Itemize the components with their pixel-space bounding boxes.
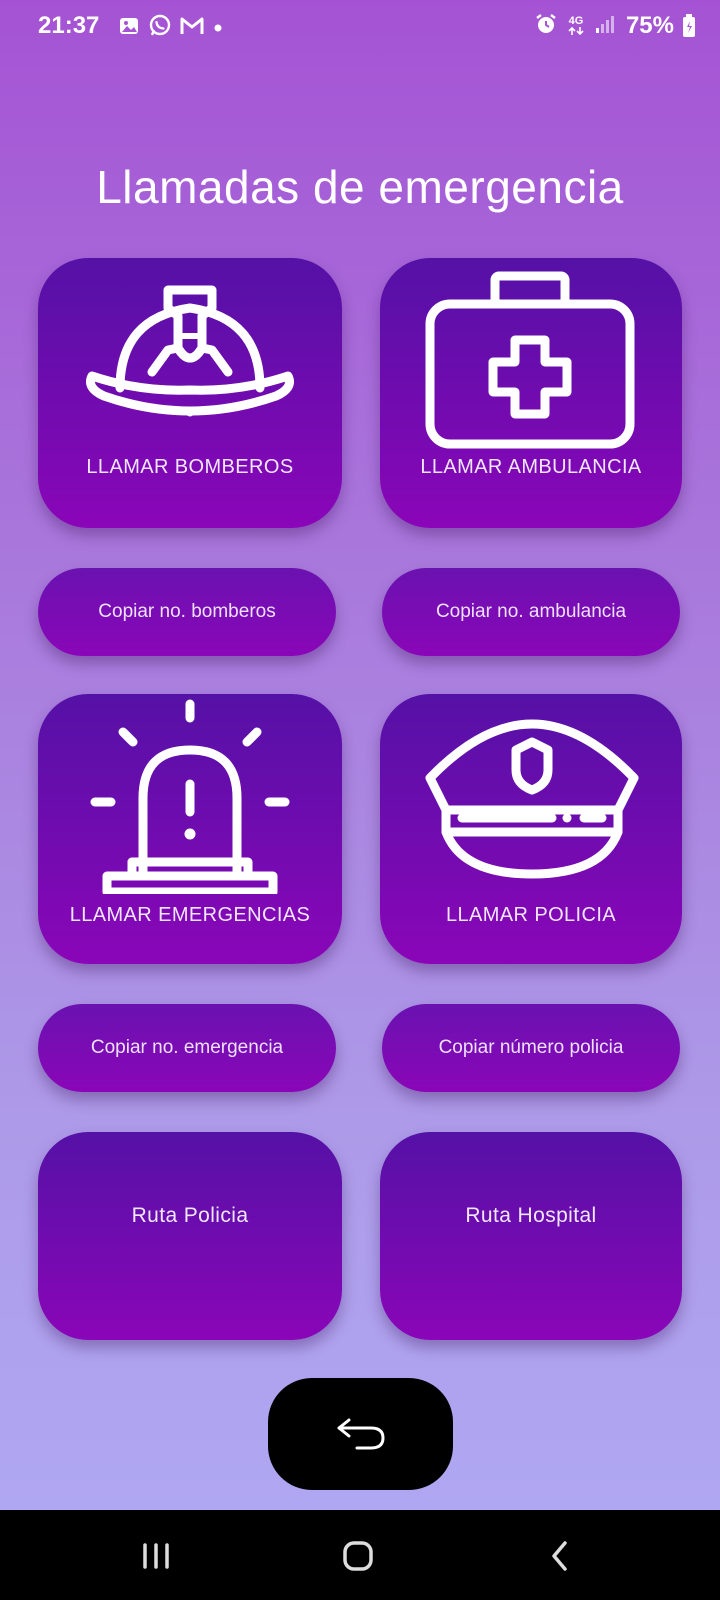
call-ambulance-label: LLAMAR AMBULANCIA (420, 456, 642, 478)
call-police-button[interactable]: LLAMAR POLICIA (380, 694, 682, 964)
battery-percent: 75% (625, 12, 674, 39)
signal-icon (594, 13, 616, 39)
back-icon[interactable] (530, 1536, 590, 1576)
back-arrow-icon (337, 1418, 384, 1450)
back-button[interactable] (268, 1378, 453, 1490)
gallery-icon (118, 15, 140, 41)
siren-icon (90, 699, 290, 894)
page-title: Llamadas de emergencia (96, 161, 624, 213)
call-firefighters-button[interactable]: LLAMAR BOMBEROS (38, 258, 342, 528)
firefighter-helmet-icon (86, 285, 294, 417)
recents-icon[interactable] (126, 1536, 186, 1576)
copy-emergency-number-button[interactable]: Copiar no. emergencia (38, 1004, 336, 1092)
call-emergency-label: LLAMAR EMERGENCIAS (69, 904, 311, 926)
call-firefighters-label: LLAMAR BOMBEROS (86, 456, 294, 478)
hospital-route-label: Ruta Hospital (465, 1204, 597, 1227)
call-ambulance-button[interactable]: LLAMAR AMBULANCIA (380, 258, 682, 528)
call-police-label: LLAMAR POLICIA (445, 904, 617, 926)
copy-police-number-button[interactable]: Copiar número policia (382, 1004, 680, 1092)
notification-icons (118, 14, 224, 42)
alarm-icon (534, 12, 558, 40)
police-route-label: Ruta Policia (131, 1204, 249, 1227)
whatsapp-icon (148, 14, 172, 42)
hospital-route-button[interactable]: Ruta Hospital (380, 1132, 682, 1340)
gmail-icon (180, 16, 204, 40)
home-icon[interactable] (328, 1536, 388, 1576)
navigation-bar (0, 1510, 720, 1600)
police-cap-icon (425, 719, 639, 879)
copy-ambulance-number-button[interactable]: Copiar no. ambulancia (382, 568, 680, 656)
dot-icon (212, 19, 224, 38)
network-type-label: 4G (568, 15, 584, 27)
4g-icon: 4G (568, 16, 584, 36)
first-aid-kit-icon (425, 271, 635, 449)
call-emergency-button[interactable]: LLAMAR EMERGENCIAS (38, 694, 342, 964)
system-icons: 4G 75% (534, 12, 695, 40)
status-bar: 21:37 4G 75% (0, 0, 720, 56)
status-time: 21:37 (38, 12, 100, 39)
police-route-button[interactable]: Ruta Policia (38, 1132, 342, 1340)
copy-firefighters-number-button[interactable]: Copiar no. bomberos (38, 568, 336, 656)
battery-icon (682, 14, 696, 42)
